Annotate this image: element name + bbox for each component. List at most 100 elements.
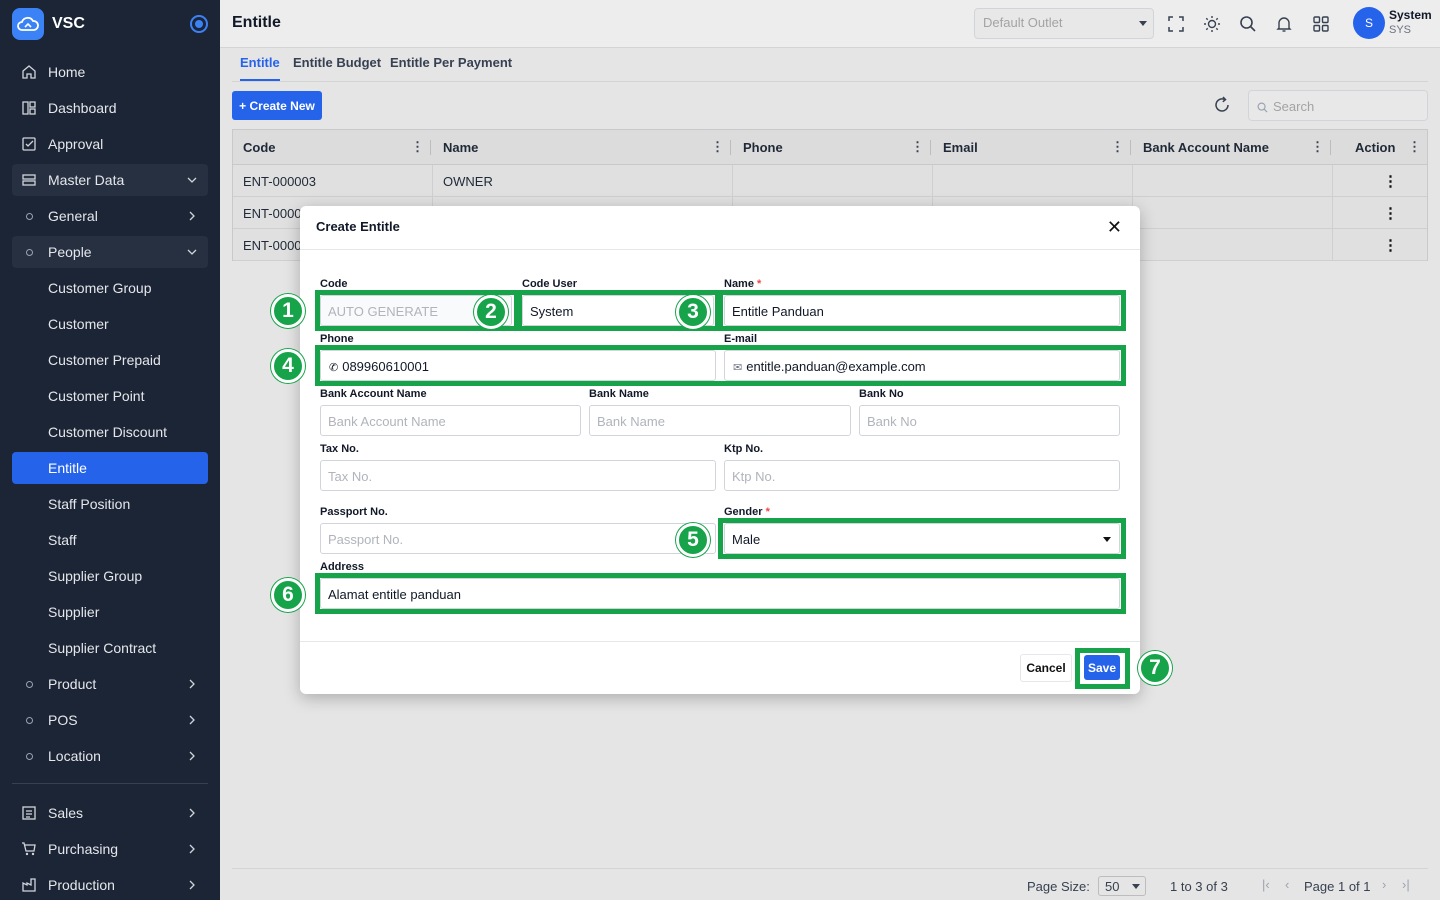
approval-icon bbox=[20, 135, 38, 153]
sidebar-item-label: Customer Point bbox=[48, 388, 145, 404]
avatar[interactable]: S bbox=[1353, 7, 1385, 39]
address-field[interactable]: Alamat entitle panduan bbox=[320, 578, 1120, 609]
sidebar-toggle-icon[interactable] bbox=[190, 15, 208, 33]
step-badge: 4 bbox=[271, 349, 305, 383]
bank-account-name-field[interactable]: Bank Account Name bbox=[320, 405, 581, 436]
sidebar-item-label: Supplier Group bbox=[48, 568, 143, 584]
column-header-bank-account-name[interactable]: Bank Account Name bbox=[1143, 140, 1269, 155]
sidebar-item-sales[interactable]: Sales bbox=[12, 797, 208, 829]
name-label: Name * bbox=[724, 278, 761, 290]
outlet-select[interactable]: Default Outlet bbox=[974, 8, 1154, 39]
tab-entitle-budget[interactable]: Entitle Budget bbox=[293, 55, 381, 79]
save-button[interactable]: Save bbox=[1084, 655, 1120, 680]
fullscreen-icon[interactable] bbox=[1165, 13, 1187, 35]
sidebar-item-general[interactable]: General bbox=[12, 200, 208, 232]
sidebar-item-location[interactable]: Location bbox=[12, 740, 208, 772]
page-indicator: Page 1 of 1 bbox=[1304, 879, 1371, 894]
column-header-action[interactable]: Action bbox=[1355, 140, 1395, 155]
sidebar-item-staff-position[interactable]: Staff Position bbox=[12, 488, 208, 520]
tax-no-field[interactable]: Tax No. bbox=[320, 460, 716, 491]
column-menu-icon[interactable]: ⋮ bbox=[1311, 139, 1324, 155]
column-header-code[interactable]: Code bbox=[243, 140, 276, 155]
column-menu-icon[interactable]: ⋮ bbox=[711, 139, 724, 155]
sidebar-item-approval[interactable]: Approval bbox=[12, 128, 208, 160]
search-icon[interactable] bbox=[1237, 13, 1259, 35]
production-icon bbox=[20, 876, 38, 894]
column-header-email[interactable]: Email bbox=[943, 140, 978, 155]
prev-page-icon[interactable]: ‹ bbox=[1285, 877, 1289, 892]
column-menu-icon[interactable]: ⋮ bbox=[411, 139, 424, 155]
refresh-icon[interactable] bbox=[1212, 95, 1234, 117]
sidebar-item-product[interactable]: Product bbox=[12, 668, 208, 700]
name-field[interactable]: Entitle Panduan bbox=[724, 295, 1120, 326]
sidebar-item-customer-group[interactable]: Customer Group bbox=[12, 272, 208, 304]
column-menu-icon[interactable]: ⋮ bbox=[1408, 139, 1421, 155]
first-page-icon[interactable]: |‹ bbox=[1262, 877, 1270, 892]
gender-select[interactable]: Male bbox=[724, 523, 1120, 554]
cancel-button[interactable]: Cancel bbox=[1020, 654, 1072, 682]
create-entitle-modal: Create Entitle ✕ Code AUTO GENERATE Code… bbox=[271, 206, 1172, 694]
email-field[interactable]: ✉ entitle.panduan@example.com bbox=[724, 350, 1120, 381]
column-menu-icon[interactable]: ⋮ bbox=[1111, 139, 1124, 155]
chevron-right-icon bbox=[186, 806, 198, 822]
chevron-right-icon bbox=[186, 878, 198, 894]
row-range: 1 to 3 of 3 bbox=[1170, 879, 1228, 894]
bank-name-field[interactable]: Bank Name bbox=[589, 405, 851, 436]
circle-icon bbox=[20, 711, 38, 729]
cell-code: ENT-0000 bbox=[243, 206, 302, 221]
home-icon bbox=[20, 63, 38, 81]
sidebar-item-production[interactable]: Production bbox=[12, 869, 208, 900]
passport-no-field[interactable]: Passport No. bbox=[320, 523, 716, 554]
tab-entitle[interactable]: Entitle bbox=[240, 55, 280, 81]
table-row[interactable]: ENT-000003 OWNER ⋮ bbox=[233, 165, 1427, 197]
phone-field[interactable]: ✆ 089960610001 bbox=[320, 350, 716, 381]
sidebar-item-entitle[interactable]: Entitle bbox=[12, 452, 208, 484]
caret-down-icon bbox=[1103, 537, 1111, 542]
sidebar-item-staff[interactable]: Staff bbox=[12, 524, 208, 556]
last-page-icon[interactable]: ›| bbox=[1402, 877, 1410, 892]
sidebar-item-people[interactable]: People bbox=[12, 236, 208, 268]
bank-no-field[interactable]: Bank No bbox=[859, 405, 1120, 436]
sidebar-item-customer[interactable]: Customer bbox=[12, 308, 208, 340]
sidebar-item-dashboard[interactable]: Dashboard bbox=[12, 92, 208, 124]
tab-entitle-per-payment[interactable]: Entitle Per Payment bbox=[390, 55, 512, 79]
theme-sun-icon[interactable] bbox=[1201, 13, 1223, 35]
row-action-menu-icon[interactable]: ⋮ bbox=[1383, 236, 1398, 254]
column-header-name[interactable]: Name bbox=[443, 140, 478, 155]
column-header-phone[interactable]: Phone bbox=[743, 140, 783, 155]
sidebar-item-master-data[interactable]: Master Data bbox=[12, 164, 208, 196]
sidebar-item-supplier[interactable]: Supplier bbox=[12, 596, 208, 628]
step-badge: 5 bbox=[676, 523, 710, 557]
next-page-icon[interactable]: › bbox=[1382, 877, 1386, 892]
required-mark: * bbox=[757, 278, 762, 290]
bank-name-label: Bank Name bbox=[589, 388, 649, 400]
page-title: Entitle bbox=[232, 14, 281, 31]
page-size-select[interactable]: 50 bbox=[1098, 876, 1146, 896]
row-action-menu-icon[interactable]: ⋮ bbox=[1383, 204, 1398, 222]
sidebar-item-label: POS bbox=[48, 712, 78, 728]
sidebar-item-pos[interactable]: POS bbox=[12, 704, 208, 736]
sidebar-item-supplier-group[interactable]: Supplier Group bbox=[12, 560, 208, 592]
column-menu-icon[interactable]: ⋮ bbox=[911, 139, 924, 155]
modal-title: Create Entitle bbox=[316, 219, 400, 234]
sidebar-item-label: Entitle bbox=[48, 460, 87, 476]
sidebar-item-customer-discount[interactable]: Customer Discount bbox=[12, 416, 208, 448]
ktp-no-field[interactable]: Ktp No. bbox=[724, 460, 1120, 491]
bell-icon[interactable] bbox=[1273, 13, 1295, 35]
sidebar-item-supplier-contract[interactable]: Supplier Contract bbox=[12, 632, 208, 664]
sidebar-item-customer-prepaid[interactable]: Customer Prepaid bbox=[12, 344, 208, 376]
chevron-right-icon bbox=[186, 677, 198, 693]
search-input[interactable]: Search bbox=[1248, 90, 1428, 121]
sidebar-item-customer-point[interactable]: Customer Point bbox=[12, 380, 208, 412]
create-new-button[interactable]: + Create New bbox=[232, 91, 322, 120]
sidebar-item-purchasing[interactable]: Purchasing bbox=[12, 833, 208, 865]
sidebar-item-label: Production bbox=[48, 877, 115, 893]
phone-label: Phone bbox=[320, 333, 354, 345]
sidebar-item-home[interactable]: Home bbox=[12, 56, 208, 88]
circle-icon bbox=[20, 675, 38, 693]
apps-grid-icon[interactable] bbox=[1310, 13, 1332, 35]
row-action-menu-icon[interactable]: ⋮ bbox=[1383, 172, 1398, 190]
close-icon[interactable]: ✕ bbox=[1107, 218, 1122, 236]
circle-icon bbox=[20, 747, 38, 765]
column-separator bbox=[930, 140, 931, 155]
